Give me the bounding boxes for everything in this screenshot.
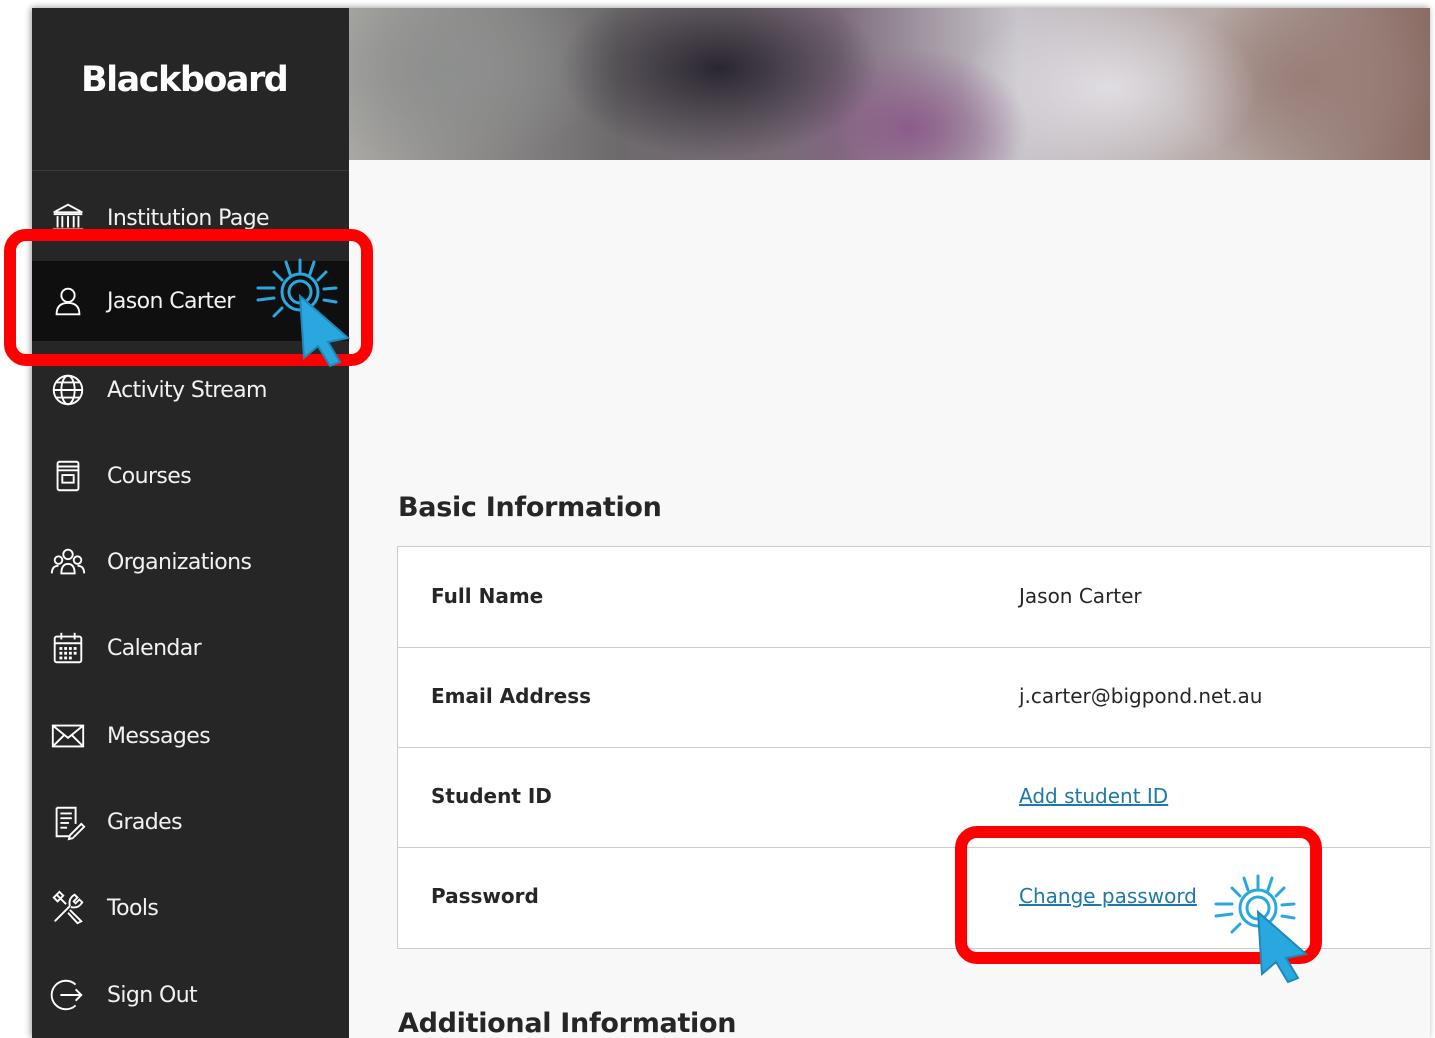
tools-icon: [48, 888, 88, 928]
sidebar-item-grades[interactable]: Grades: [32, 782, 349, 862]
sidebar-item-messages[interactable]: Messages: [32, 696, 349, 776]
blackboard-logo[interactable]: Blackboard: [81, 60, 289, 100]
brand-header: Blackboard: [32, 8, 349, 171]
full-name-label: Full Name: [431, 584, 544, 608]
sidebar: Blackboard Institution Page Jason Carter…: [32, 8, 349, 1038]
courses-icon: [48, 456, 88, 496]
sidebar-item-label: Courses: [107, 463, 192, 489]
profile-banner-image: [349, 8, 1430, 160]
email-address-label: Email Address: [431, 684, 592, 708]
sidebar-item-calendar[interactable]: Calendar: [32, 608, 349, 688]
sidebar-item-tools[interactable]: Tools: [32, 868, 349, 948]
basic-information-heading: Basic Information: [398, 492, 662, 523]
add-student-id-link[interactable]: Add student ID: [1019, 784, 1168, 808]
sidebar-item-label: Activity Stream: [107, 377, 267, 403]
envelope-icon: [48, 716, 88, 756]
full-name-value: Jason Carter: [1019, 584, 1142, 608]
click-cursor-icon: [256, 258, 351, 368]
click-cursor-icon: [1214, 874, 1309, 984]
table-row: Email Address j.carter@bigpond.net.au: [398, 647, 1430, 748]
sidebar-item-label: Organizations: [107, 549, 252, 575]
calendar-icon: [48, 628, 88, 668]
sidebar-item-label: Grades: [107, 809, 183, 835]
email-address-value: j.carter@bigpond.net.au: [1019, 684, 1263, 708]
sidebar-item-label: Tools: [107, 895, 159, 921]
sidebar-item-organizations[interactable]: Organizations: [32, 522, 349, 602]
table-row: Full Name Jason Carter: [398, 547, 1430, 648]
globe-icon: [48, 370, 88, 410]
sidebar-item-label: Messages: [107, 723, 211, 749]
organizations-icon: [48, 542, 88, 582]
sidebar-item-label: Institution Page: [107, 205, 270, 231]
grades-icon: [48, 802, 88, 842]
additional-information-heading: Additional Information: [398, 1008, 737, 1038]
sidebar-item-courses[interactable]: Courses: [32, 436, 349, 516]
password-label: Password: [431, 884, 539, 908]
sidebar-item-label: Calendar: [107, 635, 202, 661]
student-id-label: Student ID: [431, 784, 552, 808]
sidebar-item-sign-out[interactable]: Sign Out: [32, 955, 349, 1035]
sidebar-item-label: Sign Out: [107, 982, 198, 1008]
sign-out-icon: [48, 975, 88, 1015]
